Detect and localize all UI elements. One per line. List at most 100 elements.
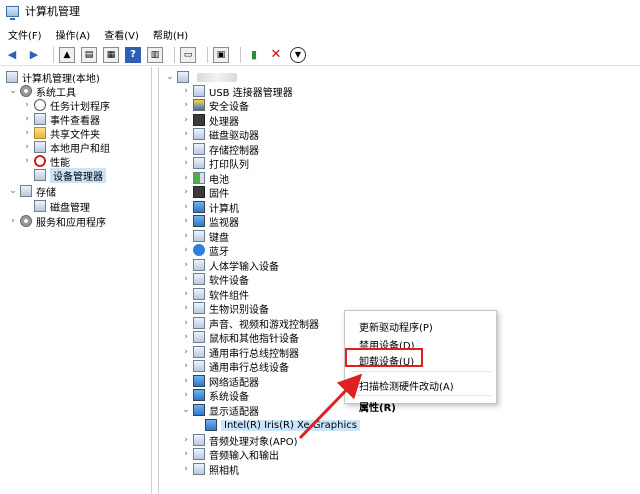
chevron-right-icon[interactable]: › [181, 347, 191, 357]
menu-view[interactable]: 查看(V) [104, 27, 139, 42]
event-viewer-icon [34, 113, 46, 125]
chevron-right-icon[interactable]: › [181, 376, 191, 386]
menu-file[interactable]: 文件(F) [8, 27, 42, 42]
menu-update-driver[interactable]: 更新驱动程序(P) [359, 319, 433, 334]
device-disk-drives[interactable]: › 磁盘驱动器 [181, 127, 259, 142]
device-print-queues[interactable]: › 打印队列 [181, 156, 249, 171]
chevron-down-icon[interactable]: ⌄ [181, 405, 191, 415]
device-sound-video[interactable]: › 声音、视频和游戏控制器 [181, 316, 319, 331]
device-usb-controllers[interactable]: › 通用串行总线控制器 [181, 345, 299, 360]
device-audio-io[interactable]: › 音频输入和输出 [181, 447, 279, 462]
device-storage-controllers[interactable]: › 存储控制器 [181, 142, 259, 157]
action-pane-icon[interactable]: ▥ [147, 46, 163, 63]
device-display-adapters[interactable]: ⌄ 显示适配器 [181, 403, 259, 418]
device-mice[interactable]: › 鼠标和其他指针设备 [181, 330, 299, 345]
chevron-right-icon[interactable]: › [181, 129, 191, 139]
device-computer[interactable]: › 计算机 [181, 200, 239, 215]
device-system-devices[interactable]: › 系统设备 [181, 388, 249, 403]
tree-storage[interactable]: ⌄ 存储 [8, 184, 56, 199]
usb-icon [193, 85, 205, 97]
tree-local-users[interactable]: › 本地用户和组 [22, 140, 110, 155]
device-software-devices[interactable]: › 软件设备 [181, 272, 249, 287]
device-keyboards[interactable]: › 键盘 [181, 229, 229, 244]
mouse-icon [193, 331, 205, 343]
tree-performance[interactable]: › 性能 [22, 154, 70, 169]
chevron-right-icon[interactable]: › [181, 158, 191, 168]
tree-shared-folders[interactable]: › 共享文件夹 [22, 126, 100, 141]
device-security[interactable]: › 安全设备 [181, 98, 249, 113]
device-tree-root[interactable]: ⌄ [165, 70, 237, 84]
menu-properties[interactable]: 属性(R) [359, 399, 396, 414]
device-processor[interactable]: › 处理器 [181, 113, 239, 128]
device-network-adapters[interactable]: › 网络适配器 [181, 374, 259, 389]
chevron-right-icon[interactable]: › [181, 318, 191, 328]
device-battery[interactable]: › 电池 [181, 171, 229, 186]
tree-root[interactable]: 计算机管理(本地) [6, 70, 100, 85]
chevron-right-icon[interactable]: › [181, 231, 191, 241]
device-biometric[interactable]: › 生物识别设备 [181, 301, 269, 316]
menu-action[interactable]: 操作(A) [56, 27, 91, 42]
print-icon[interactable]: ▭ [180, 46, 196, 63]
chevron-right-icon[interactable]: › [181, 86, 191, 96]
device-monitors[interactable]: › 监视器 [181, 214, 239, 229]
chevron-right-icon[interactable]: › [181, 361, 191, 371]
chevron-right-icon[interactable]: › [181, 390, 191, 400]
device-bluetooth[interactable]: › 蓝牙 [181, 243, 229, 258]
menu-scan-hardware[interactable]: 扫描检测硬件改动(A) [359, 378, 454, 393]
tree-system-tools[interactable]: ⌄ 系统工具 [8, 84, 76, 99]
chevron-right-icon[interactable]: › [181, 144, 191, 154]
device-software-components[interactable]: › 软件组件 [181, 287, 249, 302]
device-intel-graphics[interactable]: Intel(R) Iris(R) Xe Graphics [205, 418, 360, 432]
chevron-right-icon[interactable]: › [22, 100, 32, 110]
device-firmware[interactable]: › 固件 [181, 185, 229, 200]
device-cameras[interactable]: › 照相机 [181, 462, 239, 477]
chevron-right-icon[interactable]: › [181, 332, 191, 342]
chevron-right-icon[interactable]: › [181, 289, 191, 299]
chevron-right-icon[interactable]: › [22, 156, 32, 166]
chevron-right-icon[interactable]: › [181, 202, 191, 212]
tree-device-manager[interactable]: 设备管理器 [34, 167, 106, 183]
tree-task-scheduler[interactable]: › 任务计划程序 [22, 98, 110, 113]
chevron-right-icon[interactable]: › [181, 100, 191, 110]
disable-device-icon[interactable]: ▼ [290, 46, 306, 63]
menu-help[interactable]: 帮助(H) [153, 27, 188, 42]
chevron-right-icon[interactable]: › [181, 115, 191, 125]
show-hide-tree-icon[interactable]: ▤ [81, 46, 97, 63]
device-audio-processing[interactable]: › 音频处理对象(APO) [181, 433, 298, 448]
help-icon[interactable]: ? [125, 46, 141, 63]
chevron-right-icon[interactable]: › [181, 449, 191, 459]
chevron-down-icon[interactable]: ⌄ [165, 72, 175, 82]
chevron-right-icon[interactable]: › [22, 128, 32, 138]
chevron-right-icon[interactable]: › [181, 173, 191, 183]
forward-arrow-icon[interactable]: ▶ [26, 47, 42, 63]
device-hid[interactable]: › 人体学输入设备 [181, 258, 279, 273]
chevron-right-icon[interactable]: › [181, 260, 191, 270]
tree-services[interactable]: › 服务和应用程序 [8, 214, 106, 229]
chevron-down-icon[interactable]: ⌄ [8, 186, 18, 196]
graphics-card-icon [205, 419, 217, 431]
device-usb-devices[interactable]: › 通用串行总线设备 [181, 359, 289, 374]
chevron-right-icon[interactable]: › [181, 303, 191, 313]
uninstall-x-icon[interactable]: ✕ [268, 47, 284, 63]
back-arrow-icon[interactable]: ◀ [4, 47, 20, 63]
chevron-right-icon[interactable]: › [181, 274, 191, 284]
chevron-right-icon[interactable]: › [8, 216, 18, 226]
chevron-right-icon[interactable]: › [181, 187, 191, 197]
device-usb-connector[interactable]: › USB 连接器管理器 [181, 84, 293, 99]
disk-icon [34, 200, 46, 212]
scan-hardware-icon[interactable]: ▣ [213, 46, 229, 63]
processor-icon [193, 114, 205, 126]
chevron-right-icon[interactable]: › [181, 245, 191, 255]
chevron-right-icon[interactable]: › [181, 435, 191, 445]
chevron-right-icon[interactable]: › [22, 114, 32, 124]
update-driver-icon[interactable]: ▮ [246, 47, 262, 63]
chevron-right-icon[interactable]: › [181, 216, 191, 226]
tree-event-viewer[interactable]: › 事件查看器 [22, 112, 100, 127]
chevron-right-icon[interactable]: › [22, 142, 32, 152]
up-folder-icon[interactable]: ▲ [59, 46, 75, 63]
tree-disk-management[interactable]: 磁盘管理 [34, 199, 90, 214]
properties-icon[interactable]: ▦ [103, 46, 119, 63]
keyboard-icon [193, 230, 205, 242]
chevron-right-icon[interactable]: › [181, 464, 191, 474]
chevron-down-icon[interactable]: ⌄ [8, 86, 18, 96]
